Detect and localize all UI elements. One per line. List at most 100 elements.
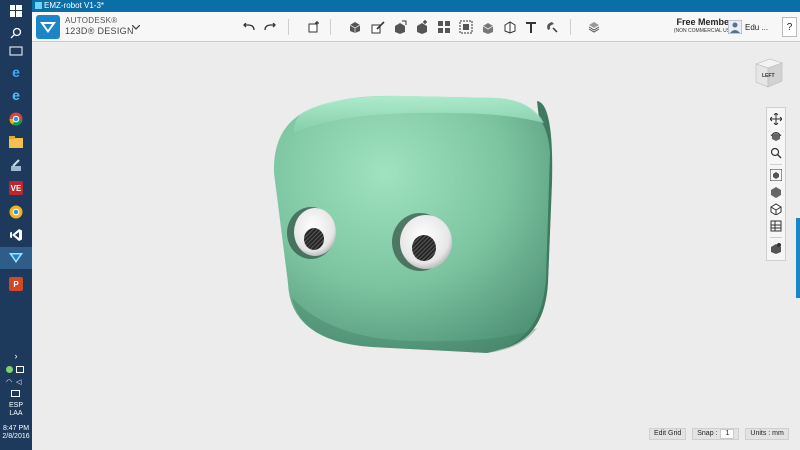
right-eye[interactable] (392, 213, 452, 271)
primitives-tool[interactable] (346, 18, 364, 36)
nav-separator (770, 237, 782, 238)
taskbar-123d-design-button[interactable] (0, 247, 32, 269)
snap-control[interactable]: Snap : 1 (692, 428, 740, 440)
fit-button[interactable] (768, 167, 784, 183)
grid-view-icon (770, 220, 782, 232)
windows-taskbar: e e VE P › ◠ ◁ ESP LAA 8:47 PM 2/8/2016 (0, 0, 32, 450)
123d-logo-icon (40, 21, 56, 33)
perspective-icon (771, 187, 781, 198)
search-icon (10, 27, 22, 39)
battery-icon[interactable] (16, 366, 24, 373)
view-cube-face-label: LEFT (762, 73, 775, 79)
notifications-icon[interactable] (11, 390, 20, 397)
app-window-icon (35, 2, 42, 9)
orbit-button[interactable] (768, 128, 784, 144)
snap-magnet-icon (547, 22, 558, 33)
view-cube[interactable]: LEFT (752, 55, 784, 89)
tray-expand-icon[interactable]: › (0, 352, 32, 361)
material-icon (588, 22, 600, 33)
volume-icon[interactable]: ◁ (16, 378, 21, 386)
edit-grid-button[interactable]: Edit Grid (649, 428, 687, 440)
perspective-button[interactable] (768, 184, 784, 200)
taskbar-edge-button[interactable]: e (0, 61, 32, 83)
tray-app-icon[interactable] (6, 366, 13, 373)
modify-tool[interactable] (413, 18, 431, 36)
fit-icon (770, 169, 782, 181)
app-menu-chevron[interactable] (130, 21, 142, 33)
tool-app-icon (11, 159, 21, 171)
text-tool[interactable] (522, 18, 540, 36)
main-toolbar: AUTODESK® 123D® DESIGN Free Member (NON … (32, 12, 800, 42)
windows-start-button[interactable] (0, 0, 32, 22)
task-view-button[interactable] (0, 40, 32, 62)
clock-time[interactable]: 8:47 PM (0, 425, 32, 433)
taskbar-app-button[interactable] (0, 154, 32, 176)
toolbar-separator (288, 19, 289, 35)
pan-icon (770, 113, 782, 125)
chrome-icon (9, 112, 23, 126)
user-menu[interactable]: Edu ... (728, 17, 778, 37)
text-icon (526, 22, 536, 33)
123d-design-icon (9, 253, 23, 263)
windows-logo-icon (10, 5, 22, 17)
brand-company: AUTODESK® (65, 16, 118, 25)
brand-product: 123D® DESIGN (65, 26, 134, 36)
help-button[interactable]: ? (782, 17, 797, 37)
taskbar-chrome-canary-button[interactable] (0, 201, 32, 223)
construct-icon (395, 20, 407, 34)
taskbar-explorer-button[interactable] (0, 131, 32, 153)
navigation-bar (766, 107, 786, 261)
powerpoint-icon: P (9, 277, 23, 291)
redo-button[interactable] (261, 18, 279, 36)
snap-value[interactable]: 1 (720, 429, 735, 439)
transform-icon (308, 21, 319, 33)
pan-button[interactable] (768, 111, 784, 127)
primitive-box-icon (349, 22, 361, 33)
transform-tool[interactable] (305, 18, 323, 36)
render-mode-button[interactable] (768, 201, 784, 217)
materials-visibility-icon (771, 243, 781, 254)
snap-tool[interactable] (543, 18, 561, 36)
sketch-tool[interactable] (369, 18, 387, 36)
tray-icons-row-1 (6, 365, 26, 375)
orbit-icon (770, 132, 782, 141)
wifi-icon[interactable]: ◠ (6, 378, 12, 386)
undo-icon (243, 23, 255, 31)
construct-tool[interactable] (391, 18, 409, 36)
undo-button[interactable] (240, 18, 258, 36)
chrome-canary-icon (9, 205, 23, 219)
units-control[interactable]: Units : mm (745, 428, 789, 440)
taskbar-ie-button[interactable]: e (0, 84, 32, 106)
grouping-tool[interactable] (457, 18, 475, 36)
clock-date[interactable]: 2/8/2016 (0, 433, 32, 441)
zoom-icon (770, 147, 782, 159)
grid-view-button[interactable] (768, 218, 784, 234)
pattern-icon (438, 21, 450, 33)
user-name: Edu ... (745, 22, 769, 32)
view-cube-icon: LEFT (755, 58, 783, 88)
render-mode-icon (770, 203, 782, 215)
app-menu-button[interactable] (36, 15, 60, 39)
window-titlebar: EMZ-robot V1-3* (32, 0, 800, 12)
toolbar-separator (330, 19, 331, 35)
material-tool[interactable] (585, 18, 603, 36)
combine-icon (482, 23, 494, 34)
redo-icon (264, 23, 276, 31)
input-layout[interactable]: LAA (0, 410, 32, 418)
pattern-tool[interactable] (435, 18, 453, 36)
3d-viewport[interactable]: LEFT Edit Grid Snap: 1 Units: mm (32, 43, 800, 450)
taskbar-ve-button[interactable]: VE (0, 177, 32, 199)
zoom-button[interactable] (768, 145, 784, 161)
taskbar-visual-studio-button[interactable] (0, 224, 32, 246)
measure-tool[interactable] (501, 18, 519, 36)
taskbar-chrome-button[interactable] (0, 108, 32, 130)
3d-model-scene[interactable] (32, 43, 800, 450)
materials-visibility-button[interactable] (768, 240, 784, 256)
input-language[interactable]: ESP (0, 402, 32, 410)
window-title: EMZ-robot V1-3* (44, 1, 105, 10)
side-panel-tab[interactable] (796, 218, 800, 298)
taskbar-powerpoint-button[interactable]: P (0, 273, 32, 295)
nav-separator (770, 164, 782, 165)
combine-tool[interactable] (479, 18, 497, 36)
chevron-down-icon (132, 24, 140, 30)
